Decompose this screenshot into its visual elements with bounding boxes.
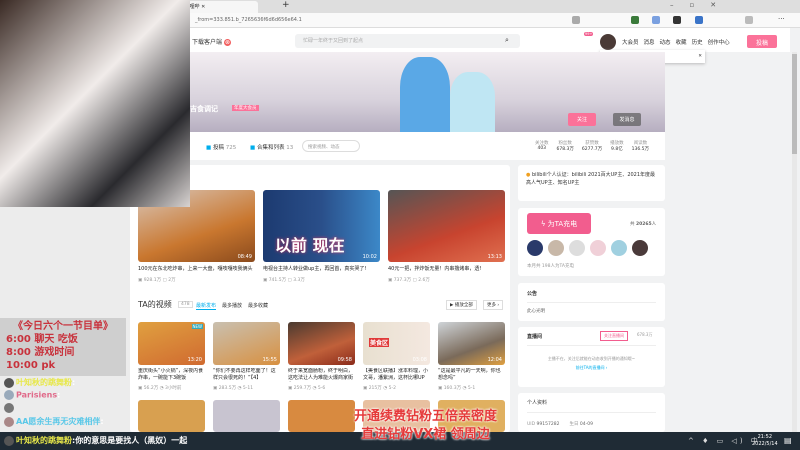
link-dynamics[interactable]: 动态: [660, 38, 671, 46]
video-thumbnail[interactable]: 12:04: [438, 322, 505, 365]
chat-message: [4, 403, 16, 413]
window-controls[interactable]: –▫✕: [670, 1, 732, 9]
browser-tab[interactable]: _哔哩哔 ✕: [178, 1, 258, 13]
personal-info-card: 个人资料 UID 99157282 生日 04-09: [518, 393, 665, 432]
read-aloud-icon[interactable]: [572, 16, 580, 24]
url-text: _from=333.851.b_7265636f6d6d656e64.1: [195, 17, 302, 23]
link-creator-center[interactable]: 创作中心: [708, 38, 730, 46]
banner-character: [450, 72, 495, 132]
extension-icon[interactable]: [652, 16, 660, 24]
video-thumbnail[interactable]: 13:13: [388, 190, 505, 262]
message-button[interactable]: 发消息: [613, 113, 641, 126]
charge-month: 本月共 198人为TA充电: [527, 264, 574, 269]
link-messages[interactable]: 消息: [644, 38, 655, 46]
chat-message: 叶知秋的跳舞粉:你的意思是要找人（黑奴）一起: [4, 435, 187, 446]
tab-most-favorited[interactable]: 最多收藏: [248, 302, 268, 309]
tray-icons[interactable]: ^ ♦ ▭ ◁) 中: [688, 436, 761, 446]
video-stats: ▣ 928.1万 ▢ 2万: [138, 278, 176, 283]
featured-videos: 08:49 100元在东北吃炸串，上来一大盘，嘎吱嘎吱我俩头 ▣ 928.1万 ▢ …: [138, 190, 508, 285]
live-offline-text: 主播不在，关注后就能在动态收到开播的通知哦~: [547, 356, 636, 361]
link-favorites[interactable]: 收藏: [676, 38, 687, 46]
tab-most-played[interactable]: 最多播放: [222, 302, 242, 309]
live-room-card: 直播间 关注直播间 678.3万 主播不在，关注后就能在动态收到开播的通知哦~ …: [518, 327, 665, 387]
section-title: TA的视频: [138, 300, 172, 309]
video-thumbnail[interactable]: NEW 13:20: [138, 322, 205, 365]
go-live-room-link[interactable]: 前往TA的直播间 ›: [527, 365, 656, 371]
link-history[interactable]: 历史: [692, 38, 703, 46]
follow-live-button[interactable]: 关注直播间: [600, 331, 628, 341]
header-links: 大会员 消息 动态 收藏 历史 创作中心: [622, 38, 730, 46]
schedule-box: 《今日六个一节目单》 6:00 聊天 吃饭 8:00 游戏时间 10:00 pk: [0, 318, 126, 376]
favorites-icon[interactable]: [745, 16, 753, 24]
scrollbar[interactable]: [792, 52, 797, 432]
video-thumbnail[interactable]: 15:55: [213, 322, 280, 365]
video-thumbnail[interactable]: 以前 现在 10:02: [263, 190, 380, 262]
promo-overlay: 开通续费钻粉五倍亲密度 直进钻粉VX裙 领周边: [353, 409, 497, 442]
user-avatar[interactable]: [600, 34, 616, 50]
search-input[interactable]: 忙碌一年终于又回到了起点: [295, 34, 520, 48]
close-tab-icon[interactable]: ✕: [201, 4, 205, 10]
stat-reads: 阅读数 136.5万: [631, 141, 650, 152]
video-stats: ▣ 160.3万 ◔ 5-1: [438, 386, 476, 391]
download-client-link[interactable]: 下载客户端 ⊗: [192, 37, 231, 46]
video-stats: ▣ 215万 ◔ 5-2: [363, 386, 396, 391]
close-icon[interactable]: ✕: [698, 54, 702, 59]
link-vip[interactable]: 大会员: [622, 38, 639, 46]
stat-likes: 获赞数 6277.7万: [581, 141, 603, 152]
nav-uploads[interactable]: ■ 投稿 725: [206, 143, 236, 151]
video-stats: ▣ 737.3万 ▢ 2.6万: [388, 278, 430, 283]
video-thumbnail[interactable]: [213, 400, 280, 432]
chat-message: Parisiens:: [4, 390, 60, 400]
video-stats: ▣ 259.7万 ◔ 5-6: [288, 386, 326, 391]
chat-message: AA愿余生再无灾难相伴:: [4, 416, 104, 427]
webcam-feed: [0, 0, 190, 207]
tab-latest[interactable]: 最新发布: [196, 302, 217, 310]
video-stats: ▣ 56.2万 ◔ 3小时前: [138, 386, 182, 391]
profile-name: 吉食调记: [190, 105, 218, 113]
search-icon[interactable]: ⌕: [505, 36, 509, 45]
video-thumbnail[interactable]: 09:58: [288, 322, 355, 365]
video-stats: ▣ 741.5万 ▢ 3.3万: [263, 278, 305, 283]
profile-search-input[interactable]: 搜索视频、动态: [302, 140, 360, 152]
upload-button[interactable]: 投稿: [747, 35, 777, 48]
follow-button[interactable]: 关注: [568, 113, 596, 126]
more-button[interactable]: 更多 ›: [483, 300, 504, 310]
message-badge: 99+: [584, 32, 594, 36]
play-all-button[interactable]: ▶ 播放全部: [446, 300, 477, 310]
extension-icon[interactable]: [631, 16, 639, 24]
vip-badge: 年度大会员: [232, 105, 259, 111]
charge-card: ϟ 为TA充电 共 20265人 本月共 198人为TA充电: [518, 208, 665, 276]
nav-collections[interactable]: ■ 合集和列表 13: [250, 143, 293, 151]
chat-message: 叶知秋的跳舞粉:: [4, 377, 75, 388]
more-icon[interactable]: ···: [778, 15, 785, 23]
extension-icon[interactable]: [695, 16, 703, 24]
live-fans: 678.3万: [637, 332, 653, 337]
new-tab-button[interactable]: +: [282, 0, 290, 10]
notice-card: 公告 此心光明: [518, 283, 665, 321]
charge-button[interactable]: ϟ 为TA充电: [527, 213, 591, 234]
clock[interactable]: 21:52 2022/5/14: [752, 434, 778, 448]
video-thumbnail[interactable]: [138, 400, 205, 432]
video-thumbnail[interactable]: 美食区 03:08: [363, 322, 430, 365]
charge-total: 共 20265人: [630, 222, 657, 227]
banner-character: [400, 57, 450, 132]
charger-avatars: [527, 240, 650, 256]
stat-following: 关注数 403: [535, 141, 549, 151]
video-count: 478: [178, 301, 193, 308]
stat-plays: 播放数 9.8亿: [610, 141, 624, 152]
certification-card: ● bilibili个人认证：bilibili 2021百大UP主、2021年度…: [518, 165, 665, 201]
stat-fans: 粉丝数 678.3万: [556, 141, 574, 152]
notification-icon[interactable]: ▤: [784, 436, 792, 445]
stats: 关注数 403 粉丝数 678.3万 获赞数 6277.7万 播放数 9.8亿 阅读数 1…: [535, 140, 649, 152]
video-stats: ▣ 283.5万 ◔ 5-11: [213, 386, 254, 391]
extension-icon[interactable]: [673, 16, 681, 24]
